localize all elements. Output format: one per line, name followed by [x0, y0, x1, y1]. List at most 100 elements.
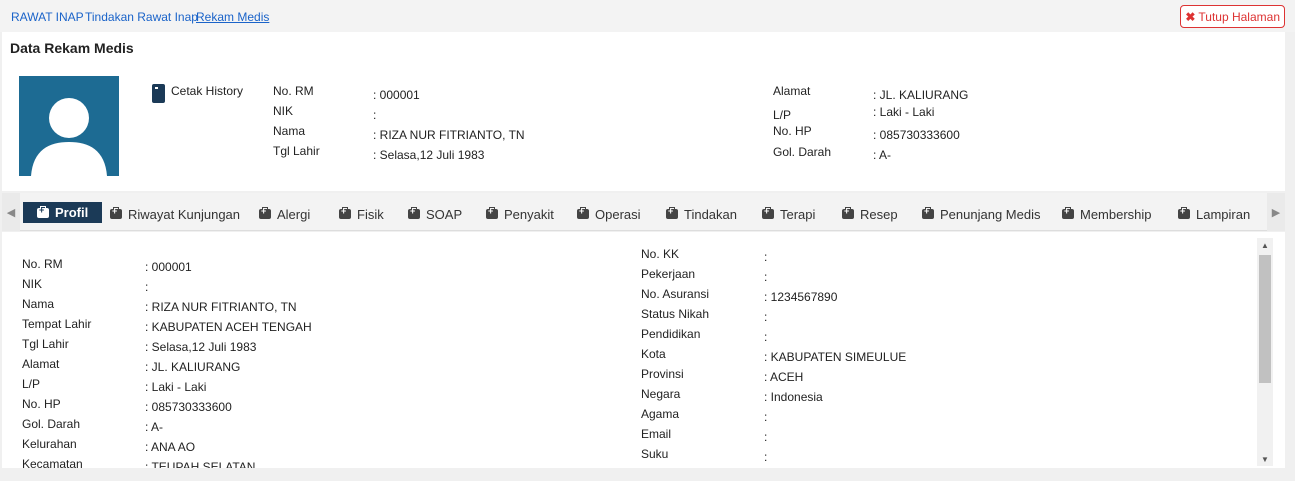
tab-membership[interactable]: Membership [1062, 204, 1152, 224]
tab-label: Resep [860, 206, 898, 222]
header-value-nik: : [373, 108, 377, 122]
tab-riwayat-kunjungan[interactable]: Riwayat Kunjungan [110, 204, 240, 224]
tab-label: SOAP [426, 206, 463, 222]
medkit-icon [408, 206, 420, 219]
cetak-history-button[interactable]: Cetak History [152, 84, 243, 103]
profile-label-kota: Kota [641, 347, 666, 361]
tab-soap[interactable]: SOAP [408, 204, 462, 224]
profile-value-email: : [764, 430, 768, 444]
profile-label-gol-darah: Gol. Darah [22, 417, 81, 431]
tab-label: Terapi [780, 206, 816, 222]
medkit-icon [577, 206, 589, 219]
profile-value-negara: : Indonesia [764, 390, 823, 404]
tab-label: Lampiran [1196, 206, 1251, 222]
vertical-scrollbar[interactable]: ▲ ▼ [1257, 238, 1273, 466]
profile-value-no-kk: : [764, 250, 768, 264]
tab-label: Fisik [357, 206, 384, 222]
book-icon [152, 84, 165, 103]
header-label-lp: L/P [773, 108, 792, 122]
profile-value-kecamatan: : TEUPAH SELATAN [145, 460, 256, 468]
profile-value-pekerjaan: : [764, 270, 768, 284]
patient-header-panel: Data Rekam Medis Cetak History No. RM : … [2, 32, 1285, 191]
tab-lampiran[interactable]: Lampiran [1178, 204, 1250, 224]
tab-scroll-left-button[interactable]: ◀ [2, 193, 20, 231]
profile-value-gol-darah: : A- [145, 420, 164, 434]
user-silhouette-icon [31, 98, 107, 176]
header-label-alamat: Alamat [773, 84, 811, 98]
profile-label-email: Email [641, 427, 672, 441]
tab-tindakan[interactable]: Tindakan [666, 204, 737, 224]
tab-alergi[interactable]: Alergi [259, 204, 310, 224]
tab-penyakit[interactable]: Penyakit [486, 204, 554, 224]
tab-bar: ◀ Profil Riwayat Kunjungan Alergi Fisik … [2, 193, 1285, 231]
tab-profil[interactable]: Profil [23, 202, 103, 223]
profile-value-no-asuransi: : 1234567890 [764, 290, 838, 304]
scrollbar-thumb[interactable] [1259, 255, 1271, 383]
breadcrumb-rawat-inap[interactable]: RAWAT INAP [11, 10, 84, 24]
medkit-icon [762, 206, 774, 219]
profile-value-tempat-lahir: : KABUPATEN ACEH TENGAH [145, 320, 312, 334]
tab-resep[interactable]: Resep [842, 204, 898, 224]
profile-label-kecamatan: Kecamatan [22, 457, 83, 468]
profile-value-agama: : [764, 410, 768, 424]
medkit-icon [1062, 206, 1074, 219]
profile-label-pendidikan: Pendidikan [641, 327, 701, 341]
profile-content: No. RM : 000001 NIK: Nama : RIZA NUR FITRIAN… [2, 232, 1285, 468]
medkit-icon [37, 205, 49, 218]
tab-terapi[interactable]: Terapi [762, 204, 815, 224]
close-icon: ✖ [1185, 9, 1196, 24]
profile-label-pekerjaan: Pekerjaan [641, 267, 696, 281]
tab-scroll-right-button[interactable]: ▶ [1267, 193, 1285, 231]
medkit-icon [339, 206, 351, 219]
profile-label-status-nikah: Status Nikah [641, 307, 710, 321]
profile-label-agama: Agama [641, 407, 680, 421]
profile-label-alamat: Alamat [22, 357, 60, 371]
profile-label-no-kk: No. KK [641, 247, 680, 261]
close-page-button[interactable]: ✖ Tutup Halaman [1180, 5, 1285, 28]
tab-fisik[interactable]: Fisik [339, 204, 384, 224]
header-label-no-rm: No. RM [273, 84, 314, 98]
profile-label-provinsi: Provinsi [641, 367, 684, 381]
header-label-gol-darah: Gol. Darah [773, 145, 832, 159]
medkit-icon [1178, 206, 1190, 219]
profile-label-no-rm: No. RM [22, 257, 63, 271]
tab-label: Operasi [595, 206, 641, 222]
header-value-lp: : Laki - Laki [873, 105, 935, 119]
medkit-icon [842, 206, 854, 219]
profile-value-kota: : KABUPATEN SIMEULUE [764, 350, 907, 364]
top-bar: RAWAT INAP Tindakan Rawat Inap Rekam Med… [0, 0, 1295, 32]
profile-label-nama: Nama [22, 297, 55, 311]
breadcrumb-tindakan-rawat-inap[interactable]: Tindakan Rawat Inap [85, 10, 198, 24]
tab-penunjang-medis[interactable]: Penunjang Medis [922, 204, 1040, 224]
close-page-label: Tutup Halaman [1198, 9, 1280, 24]
profile-value-no-rm: : 000001 [145, 260, 192, 274]
profile-value-nama: : RIZA NUR FITRIANTO, TN [145, 300, 297, 314]
header-label-nik: NIK [273, 104, 294, 118]
profile-label-kelurahan: Kelurahan [22, 437, 77, 451]
avatar [19, 76, 119, 176]
header-value-alamat: : JL. KALIURANG [873, 88, 969, 102]
tab-label: Penunjang Medis [940, 206, 1041, 222]
profile-label-l-p: L/P [22, 377, 41, 391]
medkit-icon [110, 206, 122, 219]
breadcrumb-rekam-medis[interactable]: Rekam Medis [196, 10, 269, 24]
header-value-tgl-lahir: : Selasa,12 Juli 1983 [373, 148, 485, 162]
profile-value-no-hp: : 085730333600 [145, 400, 232, 414]
profile-value-nik: : [145, 280, 149, 294]
profile-label-nik: NIK [22, 277, 43, 291]
profile-label-no-asuransi: No. Asuransi [641, 287, 710, 301]
tab-operasi[interactable]: Operasi [577, 204, 641, 224]
tab-label: Profil [55, 205, 89, 220]
header-value-no-hp: : 085730333600 [873, 128, 960, 142]
profile-value-alamat: : JL. KALIURANG [145, 360, 241, 374]
tab-label: Alergi [277, 206, 311, 222]
tab-label: Penyakit [504, 206, 554, 222]
profile-value-provinsi: : ACEH [764, 370, 804, 384]
header-value-no-rm: : 000001 [373, 88, 420, 102]
medkit-icon [486, 206, 498, 219]
medkit-icon [922, 206, 934, 219]
scroll-down-icon[interactable]: ▼ [1257, 452, 1273, 466]
tab-label: Membership [1080, 206, 1152, 222]
profile-label-suku: Suku [641, 447, 669, 461]
scroll-up-icon[interactable]: ▲ [1257, 238, 1273, 252]
